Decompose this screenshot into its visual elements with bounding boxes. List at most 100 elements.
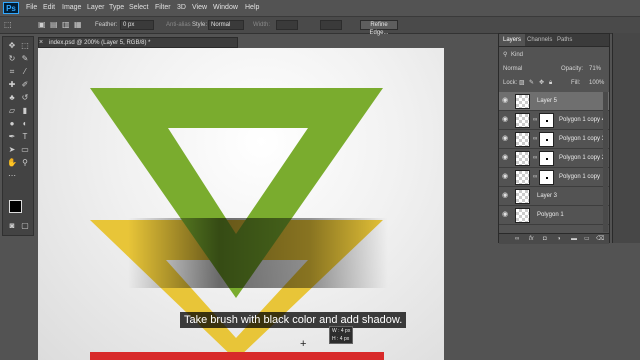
eye-icon[interactable]: ◉: [502, 173, 508, 181]
dodge-tool-icon[interactable]: ◐: [19, 119, 31, 129]
height-input[interactable]: [320, 20, 342, 30]
layer-name: Polygon 1: [537, 212, 564, 218]
tab-paths[interactable]: Paths: [557, 34, 572, 46]
menu-file[interactable]: File: [26, 2, 37, 14]
feather-input[interactable]: 0 px: [120, 20, 154, 30]
layer-row[interactable]: ◉ ∞ Polygon 1 copy: [499, 168, 609, 187]
link-icon[interactable]: ∞: [515, 234, 519, 244]
quick-mask-icon[interactable]: ◙: [6, 221, 18, 231]
mask-icon[interactable]: ◘: [543, 234, 547, 244]
link-icon: ∞: [533, 136, 538, 142]
feather-value: 0 px: [123, 22, 135, 28]
panel-scrollbar[interactable]: [603, 92, 608, 232]
lock-position-icon[interactable]: ✥: [539, 77, 544, 89]
document-tab[interactable]: index.psd @ 200% (Layer 5, RGB/8) *: [38, 37, 238, 48]
eye-icon[interactable]: ◉: [502, 192, 508, 200]
layer-name: Polygon 1 copy 2: [559, 155, 606, 161]
style-select[interactable]: Normal: [208, 20, 244, 30]
clone-stamp-icon[interactable]: ♣: [6, 93, 18, 103]
lasso-tool-icon[interactable]: ↻: [6, 54, 18, 64]
add-selection-icon[interactable]: ▤: [50, 20, 58, 30]
layer-mask-thumbnail[interactable]: [539, 132, 554, 147]
eye-icon[interactable]: ◉: [502, 154, 508, 162]
layer-mask-thumbnail[interactable]: [539, 151, 554, 166]
layer-row[interactable]: ◉ Polygon 1: [499, 206, 609, 225]
red-bar: [90, 352, 384, 360]
layer-name: Polygon 1 copy 3: [559, 136, 606, 142]
link-icon: ∞: [533, 174, 538, 180]
adjustment-icon[interactable]: ◑: [557, 234, 561, 244]
lock-all-icon[interactable]: 🔒︎: [549, 77, 552, 89]
marquee-tool-icon[interactable]: ⬚: [4, 20, 12, 30]
healing-brush-icon[interactable]: ✚: [6, 80, 18, 90]
intersect-selection-icon[interactable]: ▦: [74, 20, 82, 30]
opacity-input[interactable]: 71%: [589, 63, 601, 75]
eye-icon[interactable]: ◉: [502, 211, 508, 219]
menu-help[interactable]: Help: [245, 2, 259, 14]
lock-paint-icon[interactable]: ✎: [529, 77, 534, 89]
eye-icon[interactable]: ◉: [502, 116, 508, 124]
lock-pixels-icon[interactable]: ▨: [519, 77, 525, 89]
layer-thumbnail: [515, 208, 530, 223]
tab-channels[interactable]: Channels: [527, 34, 552, 46]
menu-window[interactable]: Window: [213, 2, 238, 14]
crop-tool-icon[interactable]: ⌗: [6, 67, 18, 77]
move-tool-icon[interactable]: ✥: [6, 41, 18, 51]
blend-row: Normal Opacity: 71%: [499, 63, 609, 75]
path-select-icon[interactable]: ➤: [6, 145, 18, 155]
width-readout: W : 4 px: [332, 328, 351, 334]
zoom-tool-icon[interactable]: ⚲: [19, 158, 31, 168]
brush-tool-icon[interactable]: ✐: [19, 80, 31, 90]
layers-panel: Layers Channels Paths ⚲ Kind Normal Opac…: [498, 33, 610, 244]
height-readout: H : 4 px: [332, 336, 350, 342]
layer-row[interactable]: ◉ ∞ Polygon 1 copy 3: [499, 130, 609, 149]
type-tool-icon[interactable]: T: [19, 132, 31, 142]
marquee-tool-icon[interactable]: ⬚: [19, 41, 31, 51]
gradient-tool-icon[interactable]: ▮: [19, 106, 31, 116]
menu-select[interactable]: Select: [129, 2, 148, 14]
antialias-checkbox[interactable]: Anti-alias: [166, 20, 191, 30]
eye-icon[interactable]: ◉: [502, 135, 508, 143]
menu-type[interactable]: Type: [109, 2, 124, 14]
new-selection-icon[interactable]: ▣: [38, 20, 46, 30]
close-icon[interactable]: ×: [39, 37, 43, 48]
layer-mask-thumbnail[interactable]: [539, 170, 554, 185]
quick-select-icon[interactable]: ✎: [19, 54, 31, 64]
folder-icon[interactable]: ▬: [571, 234, 577, 244]
new-layer-icon[interactable]: ▭: [584, 234, 590, 244]
hand-tool-icon[interactable]: ✋: [6, 158, 18, 168]
menu-filter[interactable]: Filter: [155, 2, 171, 14]
menu-image[interactable]: Image: [62, 2, 81, 14]
layer-row[interactable]: ◉ Layer 3: [499, 187, 609, 206]
eye-icon[interactable]: ◉: [502, 97, 508, 105]
foreground-color-swatch[interactable]: [9, 200, 22, 213]
layer-row[interactable]: ◉ ∞ Polygon 1 copy 4: [499, 111, 609, 130]
blend-mode-select[interactable]: Normal: [503, 63, 522, 75]
layer-row[interactable]: ◉ Layer 5: [499, 92, 609, 111]
refine-edge-button[interactable]: Refine Edge...: [360, 20, 398, 36]
tab-layers[interactable]: Layers: [499, 34, 526, 46]
crosshair-cursor-icon: +: [300, 338, 307, 350]
menu-view[interactable]: View: [192, 2, 207, 14]
history-brush-icon[interactable]: ↺: [19, 93, 31, 103]
subtract-selection-icon[interactable]: ▥: [62, 20, 70, 30]
width-input[interactable]: [276, 20, 298, 30]
fill-input[interactable]: 100%: [589, 77, 604, 89]
eraser-tool-icon[interactable]: ▱: [6, 106, 18, 116]
shape-tool-icon[interactable]: ▭: [19, 145, 31, 155]
screen-mode-icon[interactable]: ▢: [19, 221, 31, 231]
trash-icon[interactable]: ⌫: [596, 234, 604, 244]
fx-icon[interactable]: fx: [529, 234, 534, 244]
layer-mask-thumbnail[interactable]: [539, 113, 554, 128]
menu-3d[interactable]: 3D: [177, 2, 186, 14]
pen-tool-icon[interactable]: ✒: [6, 132, 18, 142]
brush-size-tooltip: W : 4 px H : 4 px: [329, 326, 353, 344]
menu-edit[interactable]: Edit: [43, 2, 55, 14]
eyedropper-icon[interactable]: ⁄: [19, 67, 31, 77]
blur-tool-icon[interactable]: ●: [6, 119, 18, 129]
kind-select[interactable]: Kind: [511, 49, 523, 61]
menu-layer[interactable]: Layer: [87, 2, 105, 14]
layer-row[interactable]: ◉ ∞ Polygon 1 copy 2: [499, 149, 609, 168]
link-icon: ∞: [533, 117, 538, 123]
more-tools-icon[interactable]: ⋯: [6, 171, 18, 181]
